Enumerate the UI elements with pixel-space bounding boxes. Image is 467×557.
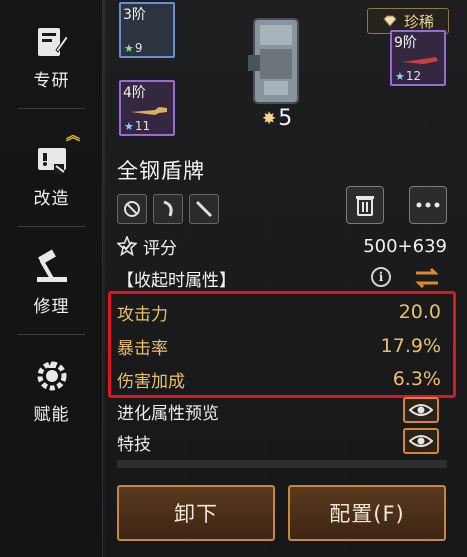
evolution-preview-label: 进化属性预览 [117,403,219,424]
sidebar-item-repair[interactable]: 修理 [0,236,103,324]
attribute-value: 6.3% [392,368,441,390]
star-icon: ★ [395,69,405,83]
section-label: 【收起时属性】 [117,270,236,291]
attribute-section-header: 【收起时属性】 i [117,264,447,292]
star-icon: ★ [124,41,134,55]
star-icon: ★ [124,119,134,133]
score-star-icon [117,236,137,256]
tier-count: ★ 9 [124,41,143,55]
item-name: 全钢盾牌 [117,159,205,183]
diamond-icon [383,15,397,27]
modify-board-icon [32,140,72,180]
attribute-row: 伤害加成 6.3% [117,364,443,394]
weapon-thumbnail-icon [131,107,167,115]
sidebar-item-label: 专研 [33,71,70,91]
tier-card-4[interactable]: 4阶 ★ 11 [119,80,175,136]
sidebar-item-modify[interactable]: 改造 [0,128,103,216]
skill-level: ✸ 5 [262,106,293,131]
divider [18,334,85,335]
special-skill-row[interactable]: 特技 [117,428,443,456]
trash-icon [356,196,374,216]
score-value: 500+639 [363,235,447,257]
attribute-row: 暴击率 17.9% [117,331,443,361]
trash-button[interactable] [346,186,384,224]
tier-count: ★ 11 [124,119,151,133]
info-icon[interactable]: i [371,267,391,287]
eye-icon[interactable] [403,428,439,454]
evolution-preview-row[interactable]: 进化属性预览 [117,397,443,425]
sidebar-item-research[interactable]: 专研 [0,10,103,98]
blade-hook-icon[interactable] [153,194,183,224]
eye-icon[interactable] [403,397,439,423]
research-book-icon [32,22,72,62]
tier-label: 3阶 [123,7,146,23]
sparkle-icon: ✸ [262,108,277,129]
more-icon [416,202,440,208]
attribute-row: 攻击力 20.0 [117,297,443,327]
tier-label: 4阶 [123,85,146,101]
configure-button[interactable]: 配置(F) [288,485,446,541]
score-label: 评分 [143,238,177,259]
tier-label: 9阶 [394,35,417,51]
repair-hammer-icon [32,248,72,288]
scrollbar[interactable] [117,460,447,468]
weapon-thumbnail-icon [402,57,438,64]
sidebar-item-label: 修理 [33,297,70,317]
divider [18,108,85,109]
sidebar-item-label: 改造 [33,189,70,209]
attribute-value: 20.0 [398,301,441,323]
crosshair-icon[interactable] [117,194,147,224]
tier-card-9[interactable]: 9阶 ★ 12 [390,30,446,86]
attribute-label: 暴击率 [117,338,168,359]
knife-icon[interactable] [189,194,219,224]
empower-gear-icon [32,356,72,396]
unequip-button[interactable]: 卸下 [117,485,275,541]
special-skill-label: 特技 [117,434,151,455]
attribute-value: 17.9% [380,335,441,357]
rarity-label: 珍稀 [403,12,434,31]
sidebar: 专研 ︽ 改造 修理 赋能 [0,0,103,557]
sidebar-item-empower[interactable]: 赋能 [0,344,103,432]
swap-arrows-icon[interactable] [413,266,441,290]
attribute-label: 攻击力 [117,304,168,325]
tier-card-3[interactable]: 3阶 ★ 9 [119,2,175,58]
sidebar-item-label: 赋能 [33,405,70,425]
more-button[interactable] [409,186,447,224]
score-row: 评分 500+639 [117,233,447,259]
attribute-label: 伤害加成 [117,371,185,392]
tier-count: ★ 12 [395,69,422,83]
divider [18,226,85,227]
